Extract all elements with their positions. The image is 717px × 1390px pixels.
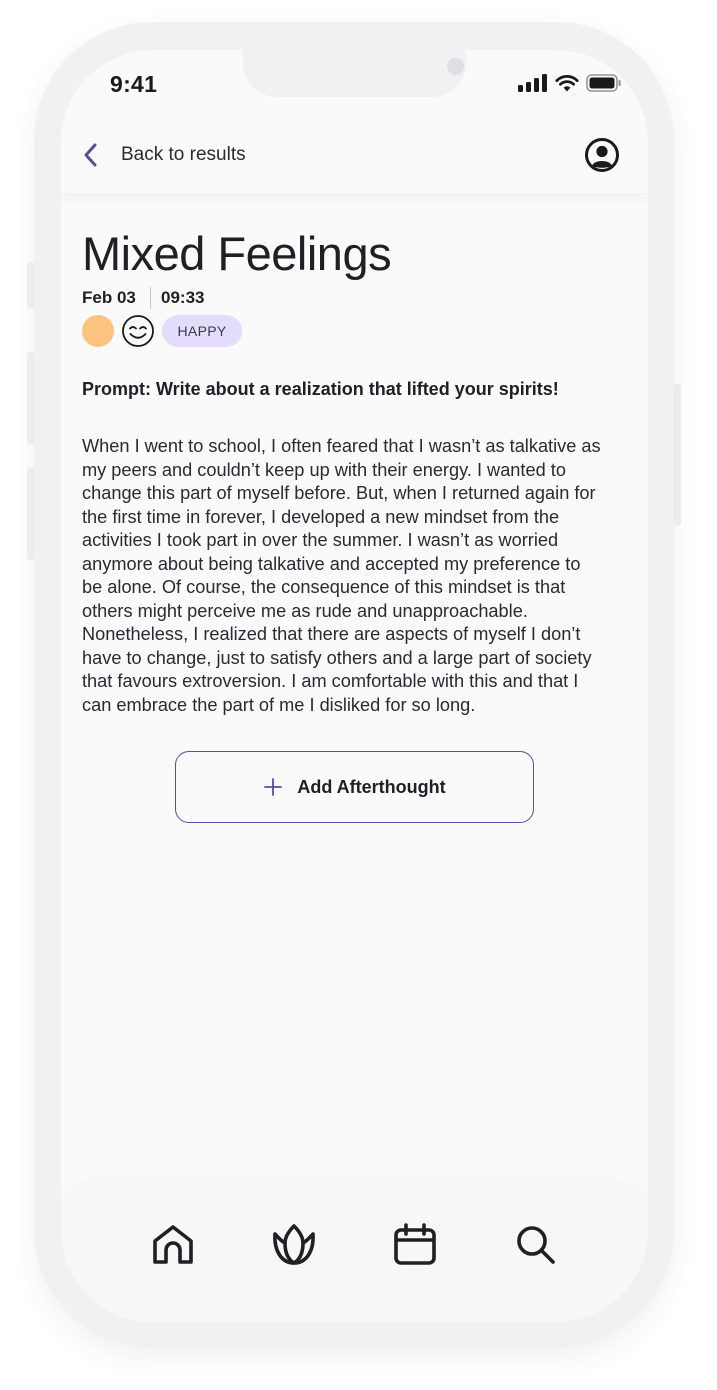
search-icon[interactable] <box>513 1222 559 1268</box>
entry-line: activities I took part in over the summe… <box>82 530 559 550</box>
signal-icon <box>518 74 547 92</box>
screen: 9:41 Back to results Mixed Feelings Feb … <box>61 50 648 1322</box>
entry-line: be alone. Of course, the consequence of … <box>82 577 566 597</box>
entry-line: When I went to school, I often feared th… <box>82 436 601 456</box>
entry-date: Feb 03 <box>82 288 136 307</box>
smiling-face-icon <box>122 315 154 347</box>
plus-icon <box>264 778 283 796</box>
calendar-icon[interactable] <box>392 1222 438 1268</box>
power-button <box>673 384 681 526</box>
battery-icon <box>586 74 621 92</box>
entry-line: Nonetheless, I realized that there are a… <box>82 624 581 644</box>
journal-prompt: Prompt: Write about a realization that l… <box>82 379 559 399</box>
notch <box>243 50 466 97</box>
mood-color-dot <box>82 315 114 347</box>
entry-line: my peers and couldn’t keep up with their… <box>82 459 566 480</box>
wifi-icon <box>555 75 579 92</box>
top-nav-bar: Back to results <box>61 120 648 194</box>
add-afterthought-button[interactable]: Add Afterthought <box>175 751 534 823</box>
back-chevron-icon[interactable] <box>81 142 101 168</box>
volume-down-button <box>27 468 35 560</box>
add-afterthought-label: Add Afterthought <box>297 776 446 797</box>
entry-line: others might perceive me as rude and una… <box>82 600 528 621</box>
entry-line: can embrace the part of me I disliked fo… <box>82 694 476 715</box>
entry-line: change this part of myself before. But, … <box>82 483 596 503</box>
meta-divider <box>150 287 151 309</box>
entry-line: have to change, just to satisfy others a… <box>82 647 592 668</box>
journal-entry-body: When I went to school, I often feared th… <box>82 435 627 717</box>
back-to-results-link[interactable]: Back to results <box>121 144 246 166</box>
silent-switch <box>27 262 35 308</box>
entry-line: anymore about being talkative and accept… <box>82 553 581 574</box>
entry-title: Mixed Feelings <box>82 227 392 280</box>
home-icon[interactable] <box>150 1222 196 1268</box>
profile-icon[interactable] <box>584 137 620 173</box>
entry-line: that favours extroversion. I am comforta… <box>82 671 579 691</box>
lotus-icon[interactable] <box>271 1222 317 1268</box>
mood-badge: HAPPY <box>162 315 242 347</box>
bottom-tab-bar <box>61 1186 648 1322</box>
status-time: 9:41 <box>110 71 158 97</box>
entry-line: the first time in forever, I developed a… <box>82 506 560 527</box>
status-icons <box>518 74 622 92</box>
entry-time: 09:33 <box>161 288 205 307</box>
volume-up-button <box>27 352 35 444</box>
camera <box>447 58 464 75</box>
